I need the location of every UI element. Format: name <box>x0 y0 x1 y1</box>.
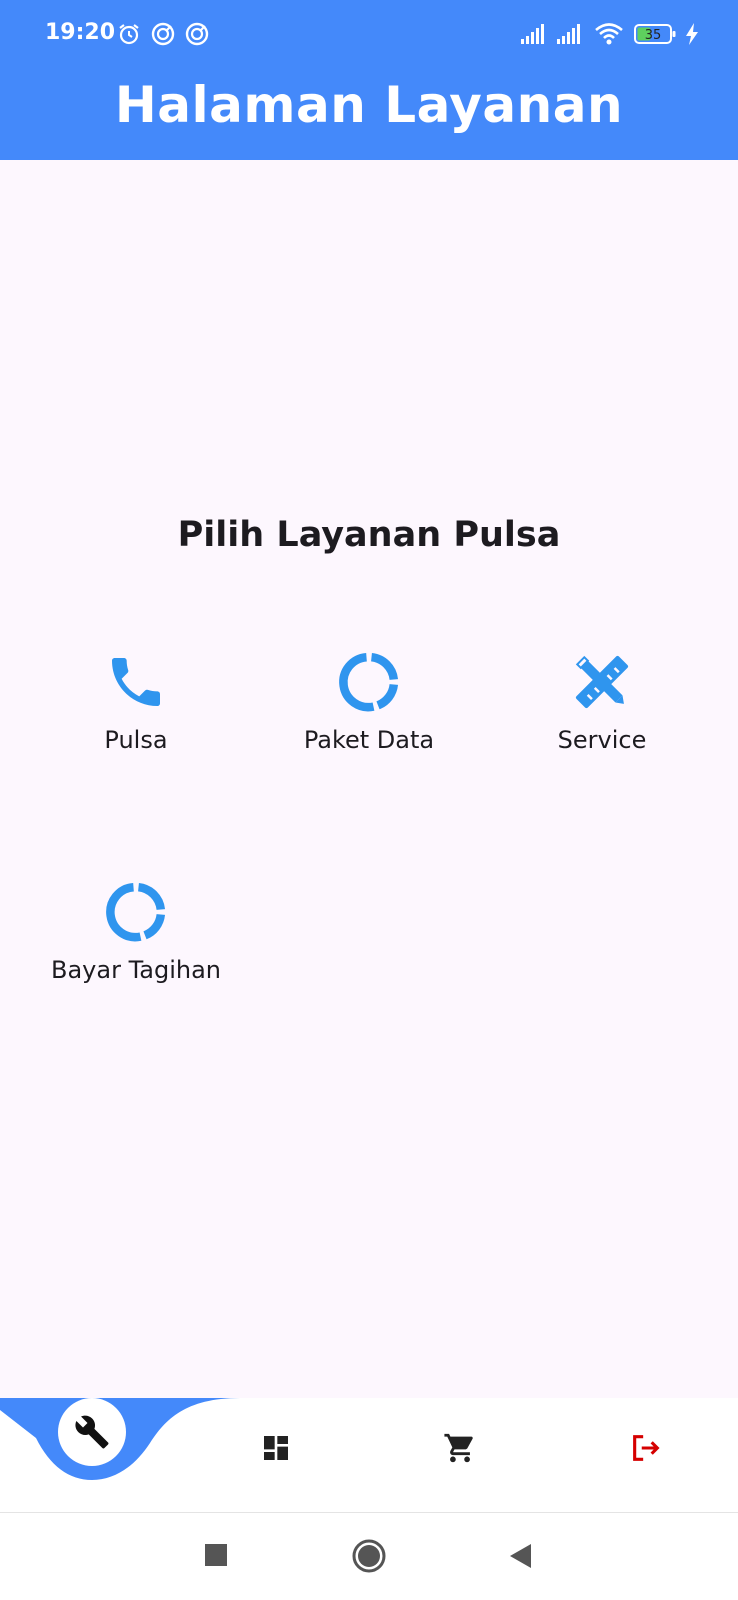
home-button[interactable] <box>352 1539 386 1573</box>
nav-item-services[interactable] <box>58 1398 126 1466</box>
service-service[interactable]: Service <box>486 650 718 754</box>
recents-button[interactable] <box>204 1543 228 1567</box>
service-label: Paket Data <box>303 726 435 754</box>
page-title: Halaman Layanan <box>114 76 624 134</box>
section-heading: Pilih Layanan Pulsa <box>177 515 561 555</box>
signal-icon <box>521 24 544 44</box>
wifi-icon <box>595 23 623 45</box>
service-label: Pulsa <box>104 726 168 754</box>
service-paket-data[interactable]: Paket Data <box>253 650 485 754</box>
service-label: Service <box>557 726 647 754</box>
status-bar: 19:20 35 <box>0 0 738 70</box>
logout-icon <box>633 1435 660 1461</box>
bottom-nav <box>0 1398 738 1513</box>
nav-item-dashboard[interactable] <box>256 1428 296 1468</box>
charging-icon <box>686 23 698 45</box>
service-pulsa[interactable]: Pulsa <box>20 650 252 754</box>
phone-icon <box>112 658 160 706</box>
system-nav <box>0 1513 738 1600</box>
sync-icon <box>151 22 175 46</box>
data-ring-icon <box>106 882 166 942</box>
alarm-icon <box>119 24 139 45</box>
battery-level: 35 <box>645 28 662 43</box>
tools-icon <box>575 655 629 709</box>
sync-icon <box>185 22 209 46</box>
dashboard-icon <box>264 1436 288 1460</box>
back-button[interactable] <box>508 1543 532 1569</box>
nav-item-logout[interactable] <box>626 1428 666 1468</box>
nav-item-cart[interactable] <box>440 1428 480 1468</box>
app-bar: 19:20 35 Halaman Layanan <box>0 0 738 160</box>
service-bayar-tagihan[interactable]: Bayar Tagihan <box>20 880 252 984</box>
data-ring-icon <box>339 652 399 712</box>
signal-icon <box>557 24 580 44</box>
battery-icon: 35 <box>634 24 676 44</box>
wrench-icon <box>75 1415 109 1449</box>
service-label: Bayar Tagihan <box>50 956 221 984</box>
cart-icon <box>444 1433 473 1463</box>
status-time: 19:20 <box>45 20 116 45</box>
